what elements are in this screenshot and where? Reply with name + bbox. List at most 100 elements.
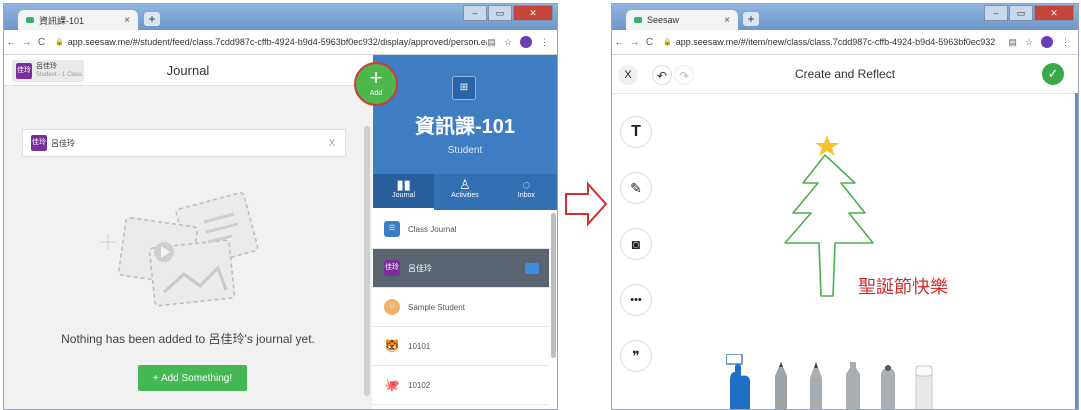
class-panel: ⊞ 資訊課-101 Student ▮▮ Journal ♙ Activitie… <box>373 55 557 409</box>
bookmark-star-icon[interactable]: ☆ <box>1025 37 1033 48</box>
pen-tool-button[interactable]: ✎ <box>620 172 652 204</box>
class-role: Student <box>447 145 483 156</box>
profile-avatar[interactable] <box>520 36 532 48</box>
star-drawing <box>815 135 839 156</box>
journal-scrollbar[interactable] <box>364 126 370 396</box>
creative-tools: T ✎ ◙ ••• ❞ <box>620 116 652 396</box>
more-tools-button[interactable]: ••• <box>620 284 652 316</box>
journal-panel: 佳玲 呂佳玲 Student - 1 Class Journal 佳玲 呂佳玲 … <box>4 55 372 409</box>
add-button[interactable]: + Add <box>354 62 398 106</box>
title-bar: 資訊課-101 × + – ▭ ✕ <box>4 4 557 30</box>
tab-close-icon[interactable]: × <box>724 15 730 26</box>
maximize-button[interactable]: ▭ <box>1009 5 1033 21</box>
greeting-text: 聖誕節快樂 <box>858 277 948 298</box>
right-arrow-icon <box>565 181 608 227</box>
class-header: ⊞ 資訊課-101 Student <box>373 55 557 174</box>
activities-icon: ♙ <box>459 177 471 192</box>
forward-icon[interactable]: → <box>627 37 642 48</box>
browser-tab[interactable]: Seesaw × <box>626 10 738 30</box>
window-controls: – ▭ ✕ <box>984 5 1074 21</box>
profile-avatar[interactable] <box>1041 36 1053 48</box>
caption-tool-button[interactable]: ❞ <box>620 340 652 372</box>
sample-student-avatar: ☺ <box>384 299 400 315</box>
translate-icon[interactable]: ▤ <box>1008 37 1017 48</box>
address-bar: ← → C 🔒 app.seesaw.me/#/student/feed/cla… <box>4 30 557 55</box>
left-browser-window: 資訊課-101 × + – ▭ ✕ ← → C 🔒 app.seesaw.me/… <box>3 3 558 410</box>
christmas-tree-drawing <box>784 154 874 297</box>
canvas-edge <box>1075 93 1078 409</box>
tab-inbox-label: Inbox <box>517 192 535 199</box>
crayon-icon[interactable] <box>881 365 895 410</box>
tab-activities[interactable]: ♙ Activities <box>434 174 495 210</box>
minimize-button[interactable]: – <box>984 5 1008 21</box>
new-tab-button[interactable]: + <box>144 12 160 26</box>
translate-icon[interactable]: ▤ <box>487 37 496 48</box>
text-tool-button[interactable]: T <box>620 116 652 148</box>
browser-tab[interactable]: 資訊課-101 × <box>18 10 138 30</box>
title-bar: Seesaw × + – ▭ ✕ <box>612 4 1078 30</box>
url-field[interactable]: app.seesaw.me/#/item/new/class/class.7cd… <box>676 37 1009 47</box>
tab-inbox[interactable]: ◌ Inbox <box>496 174 557 210</box>
seesaw-favicon-icon <box>26 17 34 23</box>
class-name: 資訊課-101 <box>414 116 516 138</box>
list-item[interactable]: ☰ Class Journal <box>373 210 549 249</box>
list-item[interactable]: 🐙 10102 <box>373 366 549 405</box>
filter-close-icon[interactable]: X <box>329 138 335 148</box>
tab-activities-label: Activities <box>451 192 479 199</box>
add-label: Add <box>369 90 383 97</box>
editor-toolbar: X ↶ ↷ Create and Reflect ✓ <box>612 55 1078 94</box>
url-field[interactable]: app.seesaw.me/#/student/feed/class.7cdd9… <box>68 37 488 47</box>
drawing-canvas[interactable]: 聖誕節快樂 <box>763 131 983 301</box>
list-item[interactable]: ☺ Sample Student <box>373 288 549 327</box>
class-journal-icon: ☰ <box>384 221 400 237</box>
lock-icon: 🔒 <box>663 39 672 46</box>
student-list-scrollbar[interactable] <box>551 213 556 358</box>
filter-name: 呂佳玲 <box>51 138 75 148</box>
back-icon[interactable]: ← <box>612 37 627 48</box>
pencil-icon[interactable] <box>775 362 787 410</box>
student-filter-bar: 佳玲 呂佳玲 X <box>22 129 346 157</box>
tab-journal-label: Journal <box>392 192 416 199</box>
confirm-check-button[interactable]: ✓ <box>1042 63 1064 85</box>
reload-icon[interactable]: C <box>642 37 657 48</box>
maximize-button[interactable]: ▭ <box>488 5 512 21</box>
menu-icon[interactable]: ⋮ <box>540 37 549 48</box>
close-window-button[interactable]: ✕ <box>1034 5 1074 21</box>
marker-icon[interactable] <box>798 362 836 410</box>
lock-icon: 🔒 <box>55 39 64 46</box>
tab-journal[interactable]: ▮▮ Journal <box>373 174 435 210</box>
tiger-avatar-icon: 🐯 <box>384 339 400 353</box>
student-list: ☰ Class Journal 佳玲 呂佳玲 ☺ Sample Student … <box>373 210 549 405</box>
list-item-label: 10102 <box>408 380 431 390</box>
journal-icon: ▮▮ <box>396 177 411 192</box>
student-avatar: 佳玲 <box>384 260 400 276</box>
journal-title: Journal <box>166 63 210 78</box>
inbox-icon: ◌ <box>522 177 531 192</box>
hand-eraser-icon[interactable] <box>726 354 750 410</box>
list-item[interactable]: 🐯 10101 <box>373 327 549 366</box>
close-window-button[interactable]: ✕ <box>513 5 553 21</box>
bookmark-star-icon[interactable]: ☆ <box>504 37 512 48</box>
list-item-label: 10101 <box>408 341 431 351</box>
editor-title: Create and Reflect <box>794 67 896 81</box>
list-item-label: Class Journal <box>408 224 457 234</box>
folder-icon[interactable] <box>525 262 539 274</box>
right-browser-window: Seesaw × + – ▭ ✕ ← → C 🔒 app.seesaw.me/#… <box>611 3 1079 410</box>
back-icon[interactable]: ← <box>4 37 19 48</box>
octopus-avatar-icon: 🐙 <box>384 378 400 392</box>
tab-close-icon[interactable]: × <box>124 15 130 26</box>
empty-journal-message: Nothing has been added to 呂佳玲's journal … <box>61 332 315 346</box>
camera-tool-button[interactable]: ◙ <box>620 228 652 260</box>
forward-icon[interactable]: → <box>19 37 34 48</box>
seesaw-favicon-icon <box>634 17 642 23</box>
menu-icon[interactable]: ⋮ <box>1061 37 1070 48</box>
new-tab-button[interactable]: + <box>743 12 759 26</box>
list-item[interactable]: 佳玲 呂佳玲 <box>373 249 549 288</box>
journal-header: 佳玲 呂佳玲 Student - 1 Class Journal <box>4 55 372 86</box>
highlighter-icon[interactable] <box>846 362 860 410</box>
add-something-button[interactable]: + Add Something! <box>138 365 247 391</box>
minimize-button[interactable]: – <box>463 5 487 21</box>
tab-title: 資訊課-101 <box>39 15 85 26</box>
eraser-icon[interactable] <box>915 365 933 410</box>
reload-icon[interactable]: C <box>34 37 49 48</box>
